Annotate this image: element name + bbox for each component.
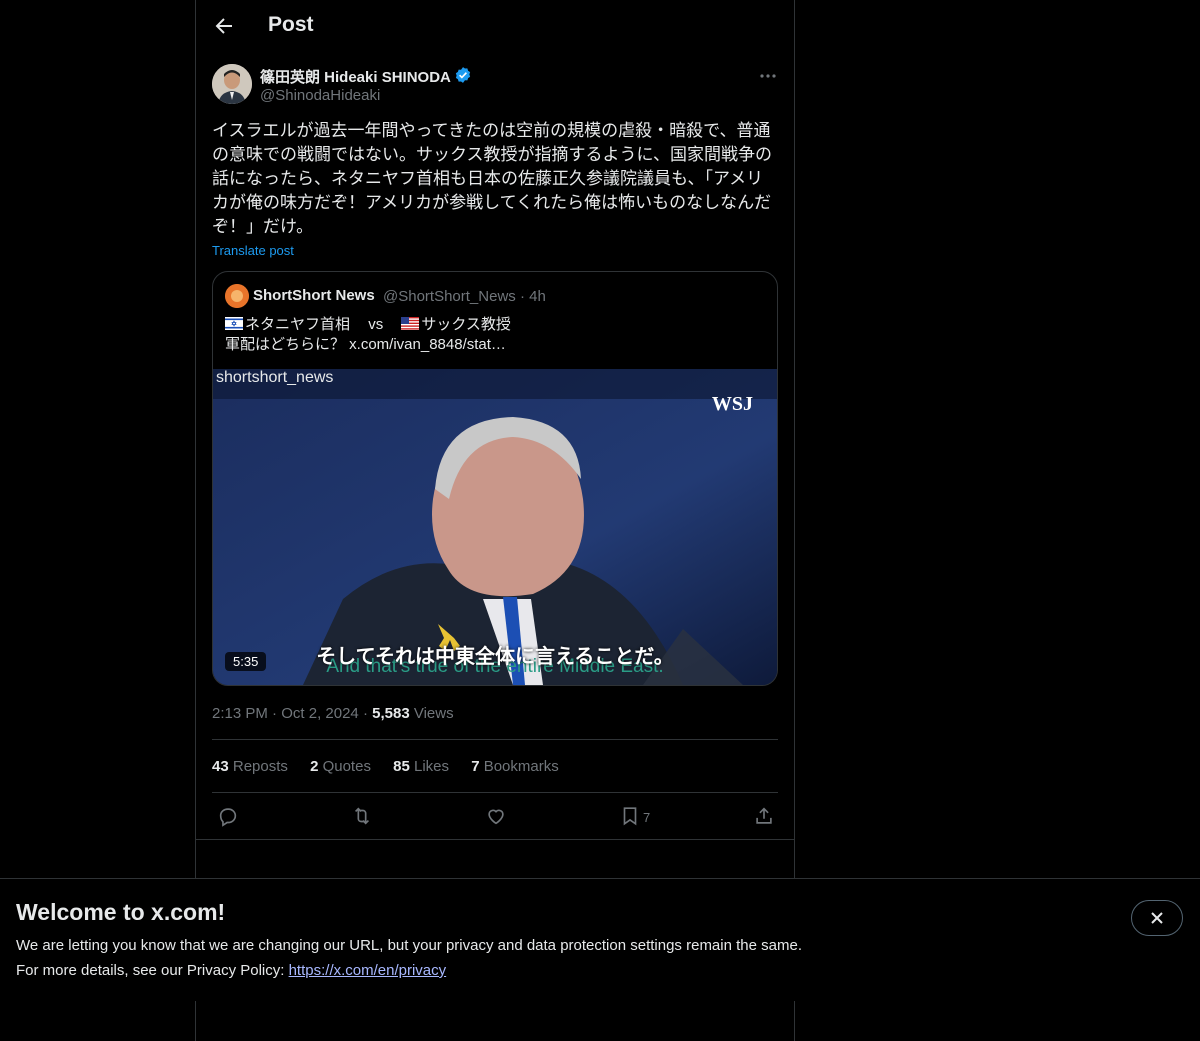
divider-top — [212, 739, 778, 740]
post-bottom-border — [196, 839, 794, 840]
bookmark-button[interactable]: 7 — [619, 805, 659, 827]
repost-button[interactable] — [351, 805, 373, 827]
post-date[interactable]: Oct 2, 2024 — [281, 705, 359, 722]
quoted-time: 4h — [529, 288, 546, 305]
bookmarks-label: Bookmarks — [483, 758, 559, 775]
post-time[interactable]: 2:13 PM — [212, 705, 268, 722]
bookmarks-stat[interactable]: 7 Bookmarks — [471, 758, 559, 775]
quoted-meta: @ShortShort_News · 4h — [383, 288, 546, 305]
reply-button[interactable] — [217, 805, 239, 827]
meta-separator-1: · — [272, 705, 278, 722]
more-button[interactable] — [758, 66, 778, 86]
reposts-stat[interactable]: 43 Reposts — [212, 758, 288, 775]
meta-separator-2: · — [362, 705, 368, 722]
quoted-post[interactable]: ShortShort News @ShortShort_News · 4h ネタ… — [212, 271, 778, 686]
banner-title: Welcome to x.com! — [16, 899, 226, 925]
quoted-avatar — [225, 284, 249, 308]
quoted-text-line1: ネタニヤフ首相 vs サックス教授 — [225, 313, 511, 334]
quoted-text-line2: 軍配はどちらに？ x.com/ivan_8848/stat… — [225, 336, 506, 353]
video-subtitle-ja: そしてそれは中東全体に言えることだ。 — [316, 646, 674, 668]
author-handle[interactable]: @ShinodaHideaki — [260, 87, 380, 104]
share-button[interactable] — [753, 805, 775, 827]
banner-details-prefix: For more details, see our Privacy Policy… — [16, 962, 289, 979]
author-avatar[interactable] — [212, 64, 252, 104]
wsj-logo: WSJ — [711, 393, 753, 415]
video-duration: 5:35 — [225, 652, 267, 671]
quoted-line1-a: ネタニヤフ首相 — [245, 316, 351, 333]
like-button[interactable] — [485, 805, 507, 827]
quoted-separator: · — [519, 288, 525, 305]
divider-bottom — [212, 792, 778, 793]
quotes-label: Quotes — [322, 758, 371, 775]
us-flag-icon — [401, 317, 420, 330]
post-timestamp: 2:13 PM · Oct 2, 2024 · 5,583 Views — [212, 705, 454, 722]
like-icon — [488, 809, 504, 825]
reposts-label: Reposts — [232, 758, 288, 775]
views-count: 5,583 — [372, 705, 410, 722]
video-frame — [213, 369, 777, 685]
page-title: Post — [268, 13, 314, 36]
welcome-banner: Welcome to x.com! We are letting you kno… — [0, 878, 1200, 1001]
quotes-count: 2 — [310, 758, 319, 775]
likes-label: Likes — [413, 758, 450, 775]
banner-details: For more details, see our Privacy Policy… — [16, 962, 446, 979]
reposts-count: 43 — [212, 758, 229, 775]
bookmark-icon — [623, 807, 637, 826]
likes-stat[interactable]: 85 Likes — [393, 758, 449, 775]
author-name[interactable]: 篠田英朗 Hideaki SHINODA — [260, 66, 451, 87]
quoted-line1-vs: vs — [368, 316, 384, 333]
share-icon — [756, 807, 772, 824]
back-button[interactable] — [212, 14, 236, 38]
bookmark-count: 7 — [643, 810, 651, 825]
verified-badge-icon — [454, 66, 472, 84]
close-banner-button[interactable] — [1131, 900, 1183, 936]
translate-post-link[interactable]: Translate post — [212, 243, 294, 258]
reply-icon — [219, 808, 237, 827]
bookmarks-count: 7 — [471, 758, 480, 775]
israel-flag-icon — [225, 317, 243, 330]
quoted-handle: @ShortShort_News — [383, 288, 516, 305]
quotes-stat[interactable]: 2 Quotes — [310, 758, 371, 775]
quoted-author-name: ShortShort News — [253, 287, 375, 304]
privacy-policy-link[interactable]: https://x.com/en/privacy — [289, 962, 447, 979]
views-label: Views — [413, 705, 454, 722]
post-stats: 43 Reposts 2 Quotes 85 Likes 7 Bookmarks — [212, 758, 577, 775]
quoted-line1-b: サックス教授 — [421, 316, 511, 333]
video-player[interactable]: shortshort_news WSJ And that's true of t… — [213, 369, 777, 685]
banner-message: We are letting you know that we are chan… — [16, 937, 802, 954]
action-bar: 7 — [196, 797, 794, 837]
back-arrow-icon — [215, 18, 232, 34]
likes-count: 85 — [393, 758, 410, 775]
tweet-text: イスラエルが過去一年間やってきたのは空前の規模の虐殺・暗殺で、普通 の意味での戦… — [212, 121, 772, 236]
repost-icon — [354, 807, 370, 825]
post-header: Post — [196, 0, 794, 53]
video-watermark: shortshort_news — [216, 369, 334, 386]
more-icon — [760, 74, 776, 78]
close-icon — [1151, 912, 1163, 924]
